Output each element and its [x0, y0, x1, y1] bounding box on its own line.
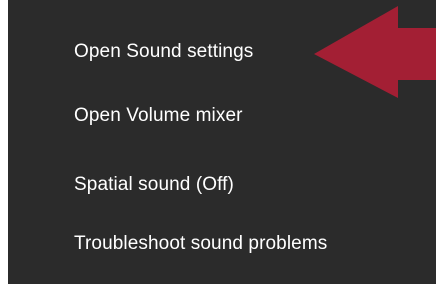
menu-item-label: Troubleshoot sound problems	[74, 233, 328, 254]
menu-item-troubleshoot-sound-problems[interactable]: Troubleshoot sound problems	[8, 214, 436, 274]
menu-item-label: Spatial sound (Off)	[74, 174, 234, 195]
menu-item-spatial-sound[interactable]: Spatial sound (Off)	[8, 155, 436, 215]
left-arrow-icon	[314, 6, 436, 98]
menu-item-label: Open Sound settings	[74, 41, 254, 62]
menu-item-label: Open Volume mixer	[74, 105, 243, 126]
arrow-shape	[314, 6, 436, 98]
